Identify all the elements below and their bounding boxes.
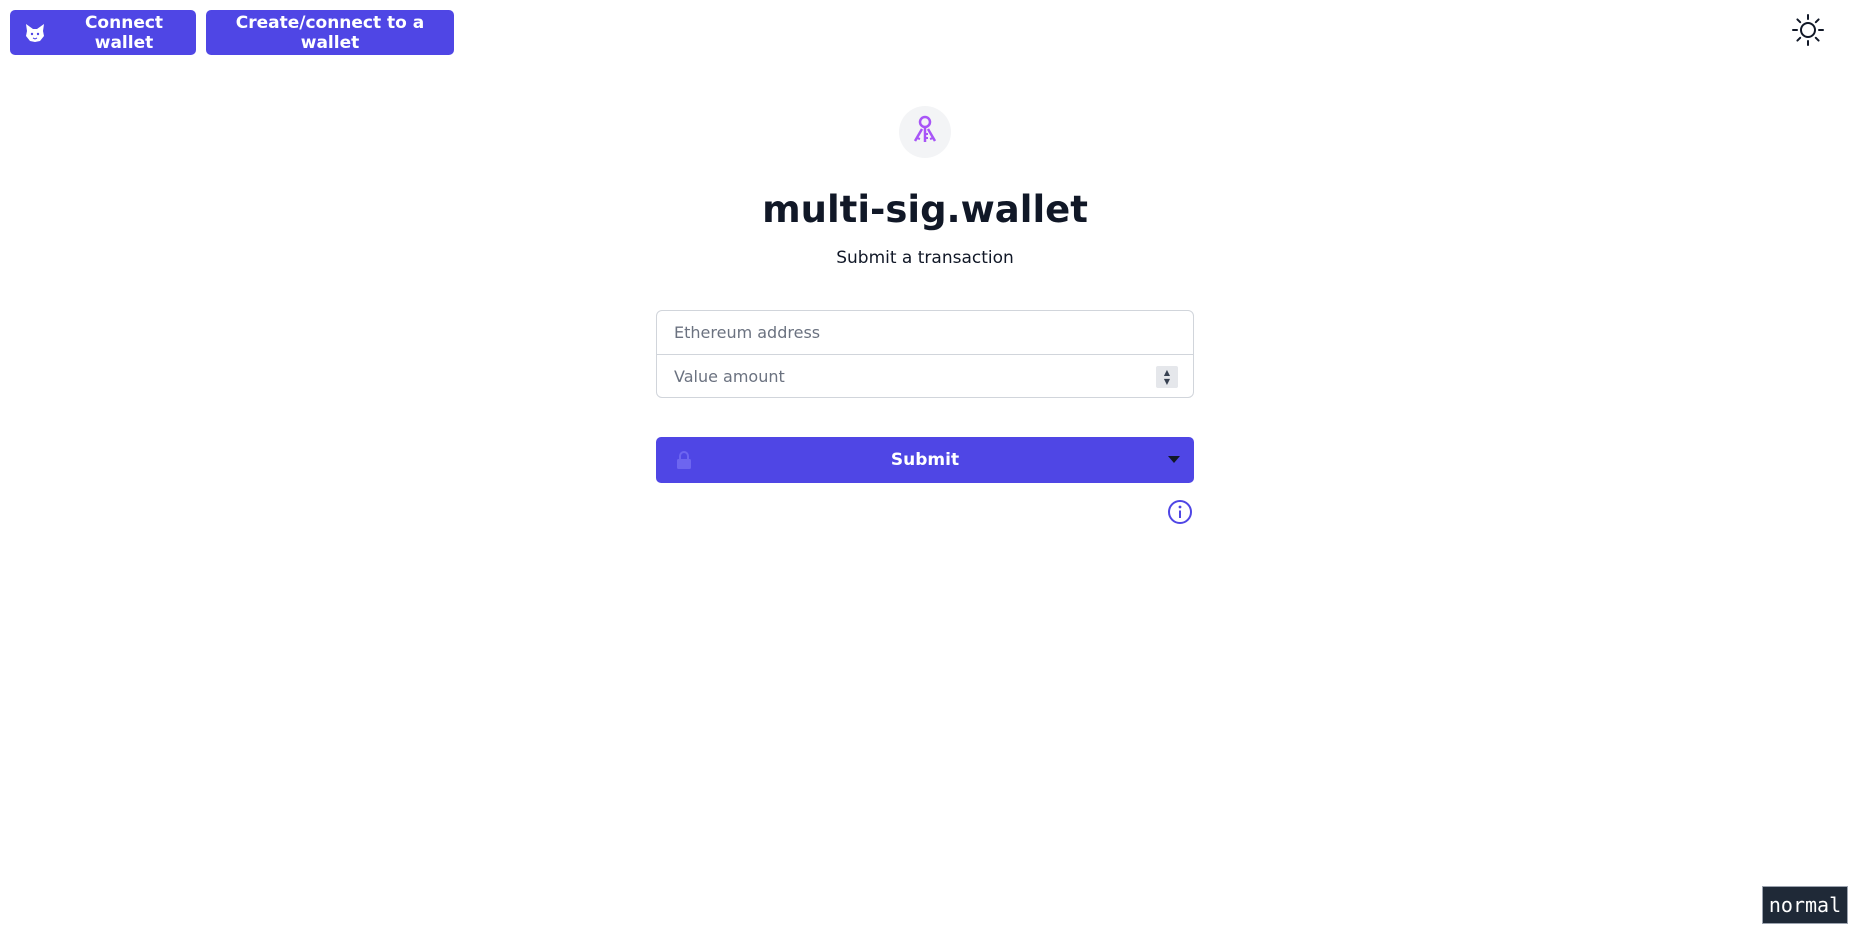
metamask-fox-icon [24, 22, 46, 44]
submit-label: Submit [890, 450, 960, 470]
create-connect-wallet-label: Create/connect to a wallet [235, 12, 425, 53]
address-row [657, 311, 1193, 354]
page-subtitle: Submit a transaction [836, 248, 1014, 268]
info-icon[interactable] [1167, 499, 1193, 525]
amount-row: ▲ ▼ [657, 354, 1193, 397]
page-title: multi-sig.wallet [762, 188, 1088, 231]
connect-wallet-button[interactable]: Connect wallet [10, 10, 196, 55]
chevron-down-icon[interactable]: ▼ [1164, 377, 1170, 386]
connect-wallet-label: Connect wallet [84, 12, 164, 53]
keys-icon [909, 114, 941, 150]
value-amount-input[interactable] [672, 365, 1178, 387]
page: Connect wallet Create/connect to a walle… [0, 0, 1850, 926]
sun-icon[interactable] [1791, 13, 1825, 47]
chevron-up-icon[interactable]: ▲ [1164, 368, 1170, 377]
lock-icon [674, 450, 694, 470]
mode-indicator: normal [1762, 886, 1848, 924]
create-connect-wallet-button[interactable]: Create/connect to a wallet [206, 10, 454, 55]
caret-down-icon[interactable] [1168, 456, 1180, 463]
ethereum-address-input[interactable] [672, 322, 1178, 343]
app-logo [899, 106, 951, 158]
submit-button[interactable]: Submit [656, 437, 1194, 483]
transaction-form: ▲ ▼ [656, 310, 1194, 398]
number-stepper[interactable]: ▲ ▼ [1156, 366, 1178, 388]
